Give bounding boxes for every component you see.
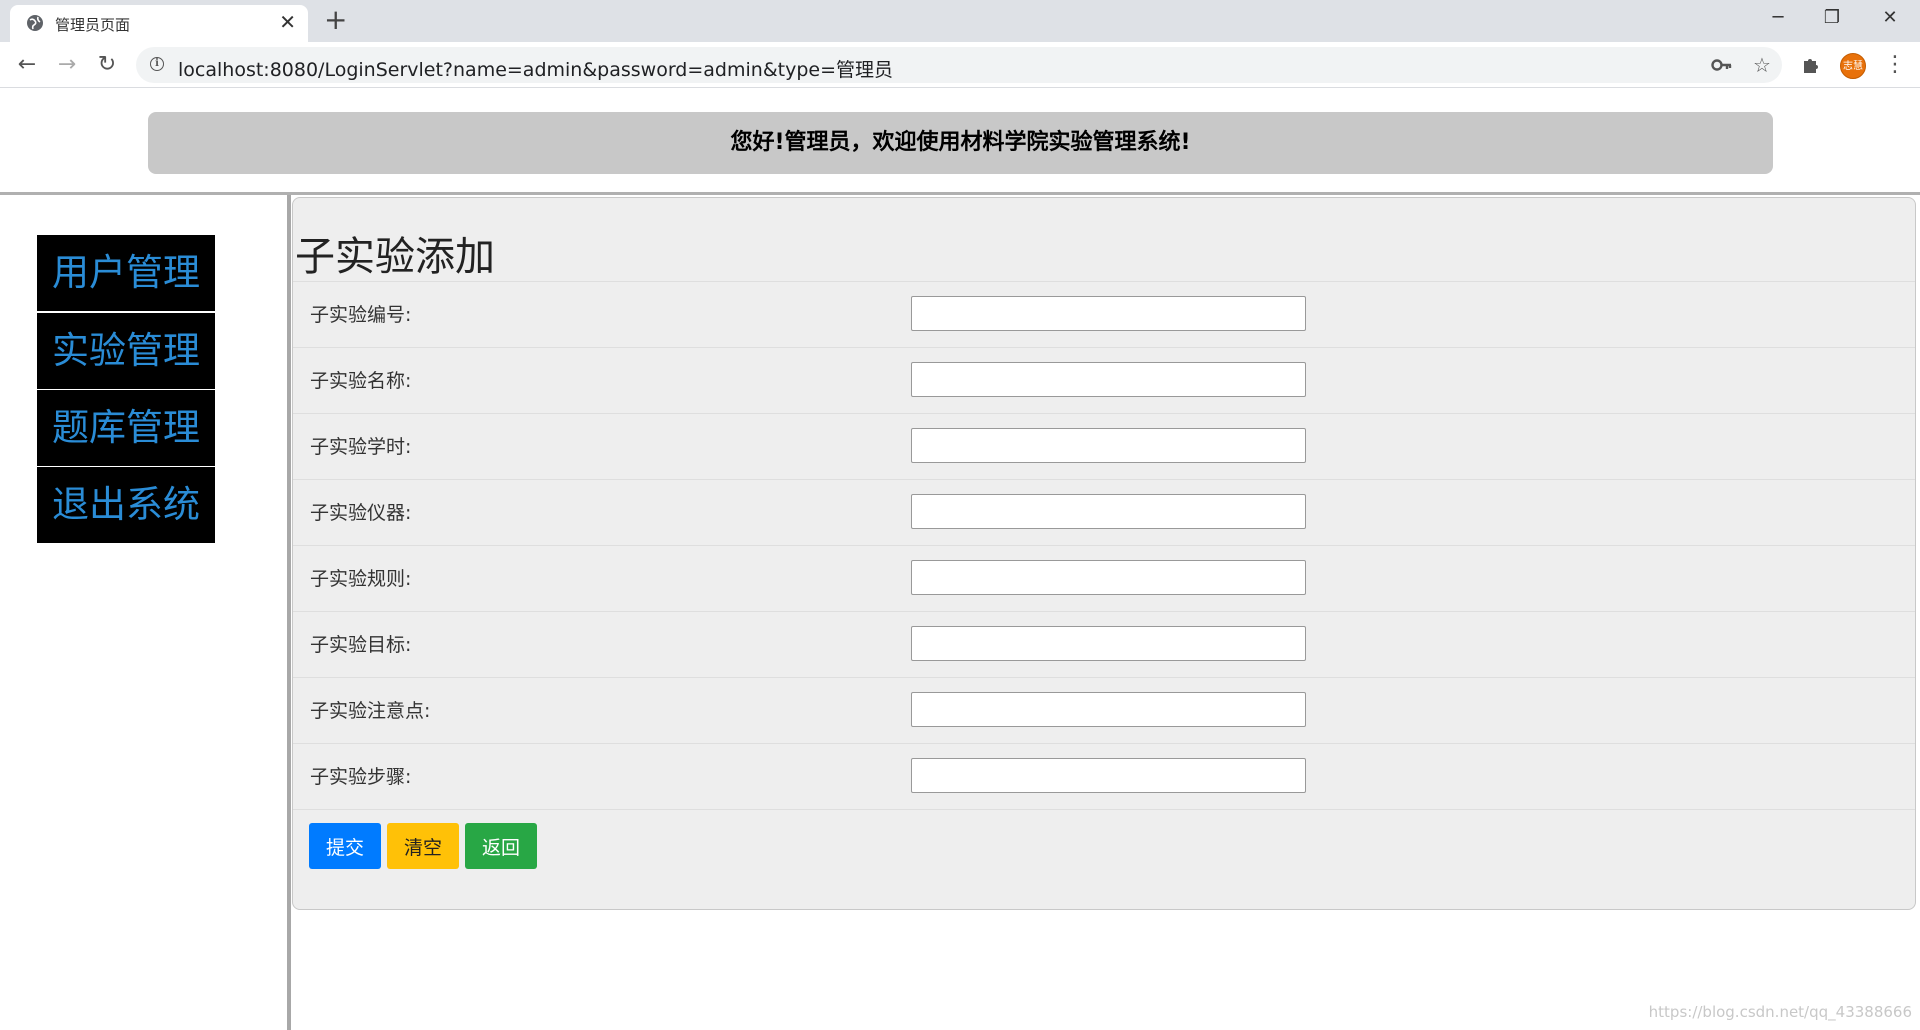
sub-experiment-hours-input[interactable] xyxy=(911,428,1306,463)
kebab-menu-icon[interactable]: ⋮ xyxy=(1884,51,1906,79)
sub-experiment-number-label: 子实验编号: xyxy=(310,304,412,326)
form-row: 子实验目标: xyxy=(293,611,1915,677)
form-row: 子实验规则: xyxy=(293,545,1915,611)
sub-experiment-name-label: 子实验名称: xyxy=(310,370,412,392)
sub-experiment-steps-label: 子实验步骤: xyxy=(310,766,412,788)
close-icon[interactable]: ✕ xyxy=(279,12,296,32)
sub-experiment-name-input[interactable] xyxy=(911,362,1306,397)
submit-button[interactable]: 提交 xyxy=(309,823,381,869)
info-icon[interactable]: i xyxy=(150,57,164,71)
forward-arrow-icon[interactable]: → xyxy=(52,50,82,80)
minimize-icon[interactable]: ─ xyxy=(1758,6,1798,30)
browser-toolbar: ← → ↻ i localhost:8080/LoginServlet?name… xyxy=(0,42,1920,88)
sidebar-item-experiment-management[interactable]: 实验管理 xyxy=(37,313,215,389)
sidebar-divider xyxy=(287,195,291,1030)
url-text[interactable]: localhost:8080/LoginServlet?name=admin&p… xyxy=(178,55,893,82)
browser-tab-strip: 管理员页面 ✕ + ─ ❐ ✕ xyxy=(0,0,1920,42)
sub-experiment-form-panel: 子实验添加 子实验编号: 子实验名称: 子实验学时: 子实验仪器: 子实验规则:… xyxy=(292,197,1916,910)
tab-title: 管理员页面 xyxy=(55,16,131,34)
sub-experiment-rules-label: 子实验规则: xyxy=(310,568,412,590)
key-icon[interactable] xyxy=(1708,51,1736,79)
restore-icon[interactable]: ❐ xyxy=(1812,6,1852,30)
window-close-icon[interactable]: ✕ xyxy=(1870,6,1910,30)
form-actions: 提交 清空 返回 xyxy=(293,809,1915,875)
sidebar-item-exit-system[interactable]: 退出系统 xyxy=(37,467,215,543)
sub-experiment-notes-label: 子实验注意点: xyxy=(310,700,431,722)
welcome-banner: 您好!管理员，欢迎使用材料学院实验管理系统! xyxy=(148,112,1773,174)
form-row: 子实验名称: xyxy=(293,347,1915,413)
star-icon[interactable]: ☆ xyxy=(1748,51,1776,79)
puzzle-icon[interactable] xyxy=(1800,51,1824,79)
globe-icon xyxy=(27,15,43,31)
clear-button[interactable]: 清空 xyxy=(387,823,459,869)
reload-icon[interactable]: ↻ xyxy=(92,50,122,80)
sub-experiment-notes-input[interactable] xyxy=(911,692,1306,727)
sub-experiment-instrument-input[interactable] xyxy=(911,494,1306,529)
new-tab-icon[interactable]: + xyxy=(324,6,347,34)
form-row: 子实验注意点: xyxy=(293,677,1915,743)
back-arrow-icon[interactable]: ← xyxy=(12,50,42,80)
page-title: 子实验添加 xyxy=(295,234,495,280)
sub-experiment-hours-label: 子实验学时: xyxy=(310,436,412,458)
sub-experiment-goal-input[interactable] xyxy=(911,626,1306,661)
browser-tab[interactable]: 管理员页面 ✕ xyxy=(10,5,308,42)
form-row: 子实验步骤: xyxy=(293,743,1915,809)
sub-experiment-goal-label: 子实验目标: xyxy=(310,634,412,656)
address-bar[interactable]: i localhost:8080/LoginServlet?name=admin… xyxy=(136,47,1782,83)
form-row: 子实验编号: xyxy=(293,281,1915,347)
sub-experiment-number-input[interactable] xyxy=(911,296,1306,331)
watermark: https://blog.csdn.net/qq_43388666 xyxy=(1648,1003,1912,1021)
back-button[interactable]: 返回 xyxy=(465,823,537,869)
form-row: 子实验学时: xyxy=(293,413,1915,479)
sub-experiment-instrument-label: 子实验仪器: xyxy=(310,502,412,524)
sub-experiment-rules-input[interactable] xyxy=(911,560,1306,595)
sidebar-item-user-management[interactable]: 用户管理 xyxy=(37,235,215,311)
profile-avatar[interactable]: 志慧 xyxy=(1840,53,1866,79)
form-row: 子实验仪器: xyxy=(293,479,1915,545)
sub-experiment-steps-input[interactable] xyxy=(911,758,1306,793)
sidebar-item-question-bank-management[interactable]: 题库管理 xyxy=(37,390,215,466)
